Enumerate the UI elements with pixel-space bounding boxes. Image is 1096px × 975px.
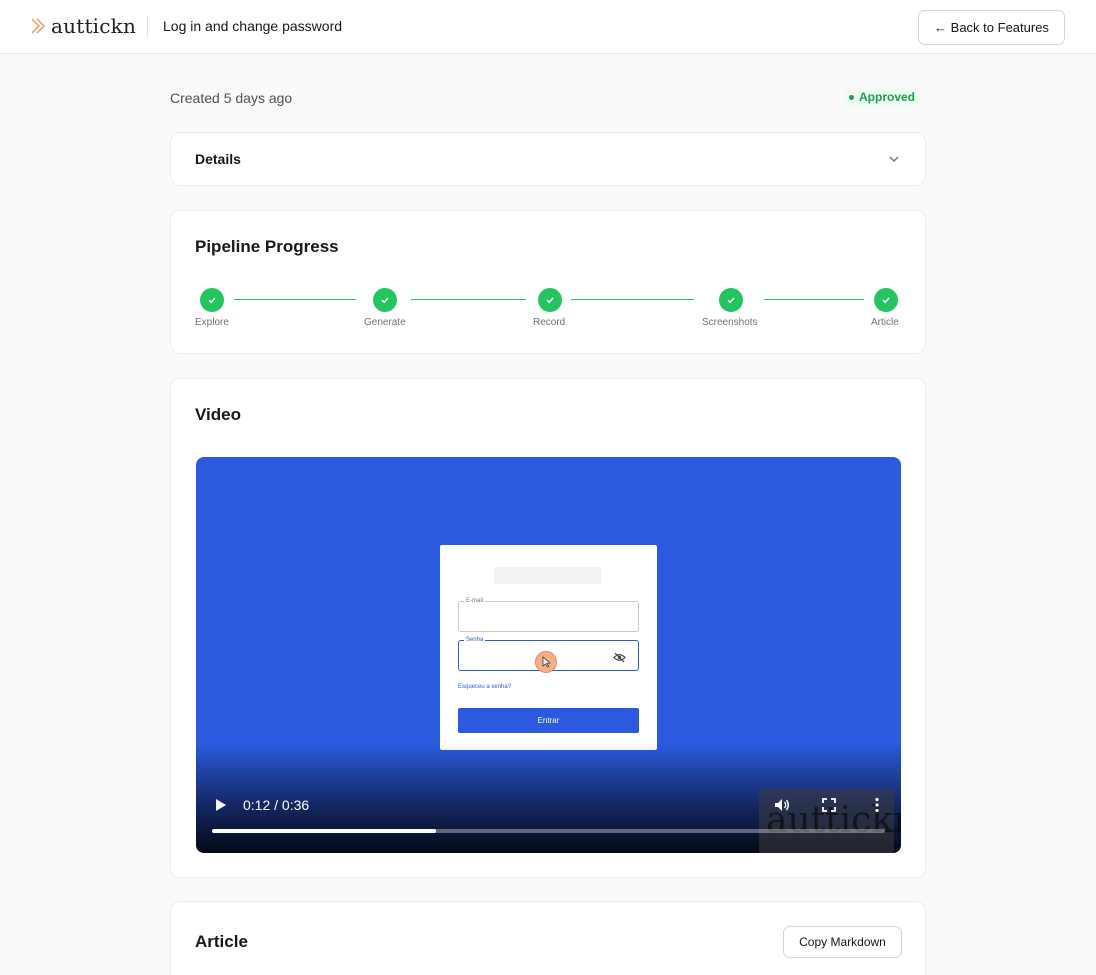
brand-name: auttickn (51, 14, 137, 38)
video-frame-logo-placeholder (494, 567, 601, 584)
step-label: Record (533, 317, 566, 328)
copy-markdown-button[interactable]: Copy Markdown (783, 926, 902, 958)
video-title: Video (195, 405, 241, 424)
created-timestamp: Created 5 days ago (170, 90, 293, 106)
brand-chevrons-icon (31, 14, 47, 38)
step-label: Explore (195, 317, 229, 328)
step-connector (571, 299, 694, 300)
status-badge-label: Approved (859, 90, 916, 104)
status-dot-icon (849, 94, 854, 100)
video-time: 0:12 / 0:36 (243, 797, 310, 813)
step-label: Screenshots (702, 317, 758, 328)
step-article-check-icon (874, 288, 898, 312)
step-generate-check-icon (373, 288, 397, 312)
article-card: Article Copy Markdown (170, 901, 926, 975)
step-label: Generate (364, 317, 406, 328)
step-connector (764, 299, 864, 300)
video-frame-forgot-link: Esqueceu a senha? (458, 684, 512, 690)
video-player[interactable]: E-mail Senha Esqueceu a senha? Entrar 0:… (196, 457, 901, 853)
video-frame-submit-button: Entrar (458, 708, 639, 733)
step-explore-check-icon (200, 288, 224, 312)
video-frame-email-label: E-mail (464, 597, 486, 605)
status-badge: Approved (842, 87, 923, 107)
eye-off-icon (613, 650, 626, 663)
video-frame-password-label: Senha (464, 636, 486, 644)
top-bar: auttickn Log in and change password ← Ba… (0, 0, 1096, 54)
details-title: Details (195, 151, 241, 167)
mouse-cursor-icon (535, 651, 557, 673)
video-progress-bar[interactable] (212, 829, 885, 833)
header-divider (147, 16, 148, 38)
more-options-icon[interactable] (869, 797, 885, 813)
fullscreen-icon[interactable] (821, 797, 837, 813)
play-icon[interactable] (215, 798, 227, 812)
brand-logo[interactable]: auttickn (31, 14, 136, 38)
video-frame-login-form: E-mail Senha Esqueceu a senha? Entrar (440, 545, 657, 750)
step-screenshots-check-icon (719, 288, 743, 312)
step-connector (411, 299, 526, 300)
video-frame-email-field: E-mail (458, 597, 639, 632)
pipeline-title: Pipeline Progress (195, 237, 339, 256)
volume-icon[interactable] (774, 797, 790, 813)
article-title: Article (195, 932, 248, 951)
step-label: Article (871, 317, 899, 328)
video-progress-fill (212, 829, 437, 833)
page-title: Log in and change password (163, 18, 343, 34)
pipeline-progress-card: Pipeline Progress Explore Generate Recor… (170, 210, 926, 354)
back-to-features-button[interactable]: ← Back to Features (918, 10, 1065, 45)
details-accordion[interactable]: Details (170, 132, 926, 186)
step-record-check-icon (538, 288, 562, 312)
step-connector (234, 299, 356, 300)
video-card: Video E-mail Senha Esqueceu a senha? Ent… (170, 378, 926, 878)
chevron-down-icon[interactable] (887, 152, 901, 166)
